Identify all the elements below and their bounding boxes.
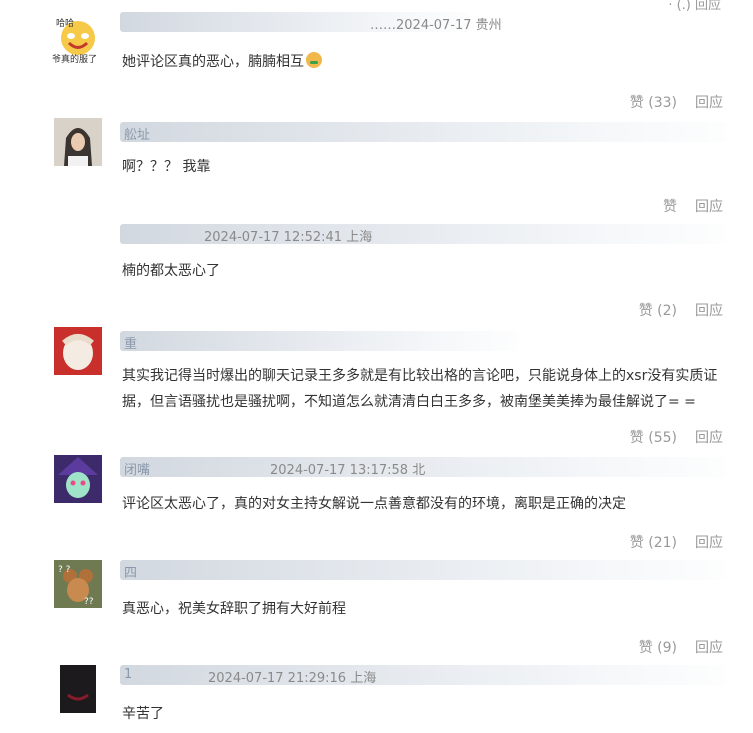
comment-item: 哈哈 爷真的服了 ……2024-07-17 贵州 她评论区真的恶心，腩腩相互 赞… <box>0 0 753 112</box>
comment-text: 辛苦了 <box>122 706 164 722</box>
comment-header: 闭嘴 2024-07-17 13:17:58 北 <box>120 457 728 478</box>
comment-text-content: 她评论区真的恶心，腩腩相互 <box>122 54 304 70</box>
username[interactable]: 重 <box>124 333 137 352</box>
avatar[interactable] <box>54 118 102 166</box>
comment-actions: 赞 (21) 回应 <box>612 532 723 552</box>
comment-item: 闭嘴 2024-07-17 13:17:58 北 评论区太恶心了，真的对女主持女… <box>0 450 753 555</box>
comment-text: 评论区太恶心了，真的对女主持女解说一点善意都没有的环境，离职是正确的决定 <box>122 496 626 512</box>
reply-button[interactable]: 回应 <box>695 535 723 551</box>
reply-button[interactable]: 回应 <box>695 199 723 215</box>
username[interactable]: 舩址 <box>124 124 150 143</box>
username-redacted <box>120 122 728 142</box>
comment-actions: 赞 (33) 回应 <box>612 92 723 112</box>
reply-button[interactable]: 回应 <box>695 640 723 656</box>
username-redacted <box>120 331 520 351</box>
comment-actions: 赞 (9) 回应 <box>621 637 723 657</box>
like-button[interactable]: 赞 (33) <box>630 95 677 111</box>
nauseated-face-icon <box>306 52 322 68</box>
avatar[interactable]: ? ? ?? <box>54 560 102 608</box>
svg-text:? ?: ? ? <box>58 565 71 575</box>
comment-text: 真恶心，祝美女辞职了拥有大好前程 <box>122 601 346 617</box>
comment-meta: 2024-07-17 12:52:41 上海 <box>204 230 373 245</box>
comment-header: 2024-07-17 12:52:41 上海 <box>120 224 728 245</box>
avatar[interactable] <box>54 327 102 375</box>
comment-item: 舩址 啊？？？ 我靠 赞 回应 <box>0 110 753 220</box>
comment-actions: 赞 (55) 回应 <box>612 427 723 447</box>
avatar-caption: 爷真的服了 <box>52 55 98 65</box>
avatar[interactable] <box>54 455 102 503</box>
comment-text: 楠的都太恶心了 <box>122 263 220 279</box>
user-photo-avatar-icon <box>54 118 102 166</box>
username[interactable]: 1 <box>124 667 132 682</box>
comment-actions: 赞 回应 <box>645 196 723 216</box>
like-button[interactable]: 赞 (2) <box>639 303 677 319</box>
username[interactable]: 闭嘴 <box>124 459 150 478</box>
comment-item: 重 其实我记得当时爆出的聊天记录王多多就是有比较出格的言论吧，只能说身体上的xs… <box>0 325 753 450</box>
comment-item: 2024-07-17 12:52:41 上海 楠的都太恶心了 赞 (2) 回应 <box>0 220 753 325</box>
dark-figure-avatar-icon <box>54 665 102 713</box>
comment-header: 四 <box>120 560 728 581</box>
svg-text:??: ?? <box>84 597 94 607</box>
illustrated-avatar-icon <box>54 327 102 375</box>
comment-header: 1 2024-07-17 21:29:16 上海 <box>120 665 728 686</box>
like-button[interactable]: 赞 (21) <box>630 535 677 551</box>
comment-text: 啊？？？ 我靠 <box>122 159 211 175</box>
comment-item: ? ? ?? 四 真恶心，祝美女辞职了拥有大好前程 赞 (9) 回应 <box>0 555 753 660</box>
comment-item: 1 2024-07-17 21:29:16 上海 辛苦了 <box>0 660 753 733</box>
reply-button[interactable]: 回应 <box>695 430 723 446</box>
comment-header: ……2024-07-17 贵州 <box>120 12 728 33</box>
avatar-caption-top: 哈哈 <box>56 19 75 29</box>
comment-header: 重 <box>120 331 728 352</box>
comment-text: 她评论区真的恶心，腩腩相互 <box>122 49 722 75</box>
comment-meta: 2024-07-17 21:29:16 上海 <box>208 671 377 686</box>
comment-text: 其实我记得当时爆出的聊天记录王多多就是有比较出格的言论吧，只能说身体上的xsr没… <box>122 368 718 410</box>
comment-actions: 赞 (2) 回应 <box>621 300 723 320</box>
avatar[interactable] <box>54 665 102 713</box>
cartoon-mouse-avatar-icon: ? ? ?? <box>54 560 102 608</box>
like-button[interactable]: 赞 (55) <box>630 430 677 446</box>
comment-meta: 2024-07-17 13:17:58 北 <box>270 463 426 478</box>
game-character-avatar-icon <box>54 455 102 503</box>
username[interactable]: 四 <box>124 562 137 581</box>
reply-button[interactable]: 回应 <box>695 303 723 319</box>
comment-header: 舩址 <box>120 122 728 143</box>
username-redacted <box>120 560 728 580</box>
reply-button[interactable]: 回应 <box>695 95 723 111</box>
comment-meta: ……2024-07-17 贵州 <box>370 18 502 33</box>
like-button[interactable]: 赞 <box>663 199 677 215</box>
like-button[interactable]: 赞 (9) <box>639 640 677 656</box>
